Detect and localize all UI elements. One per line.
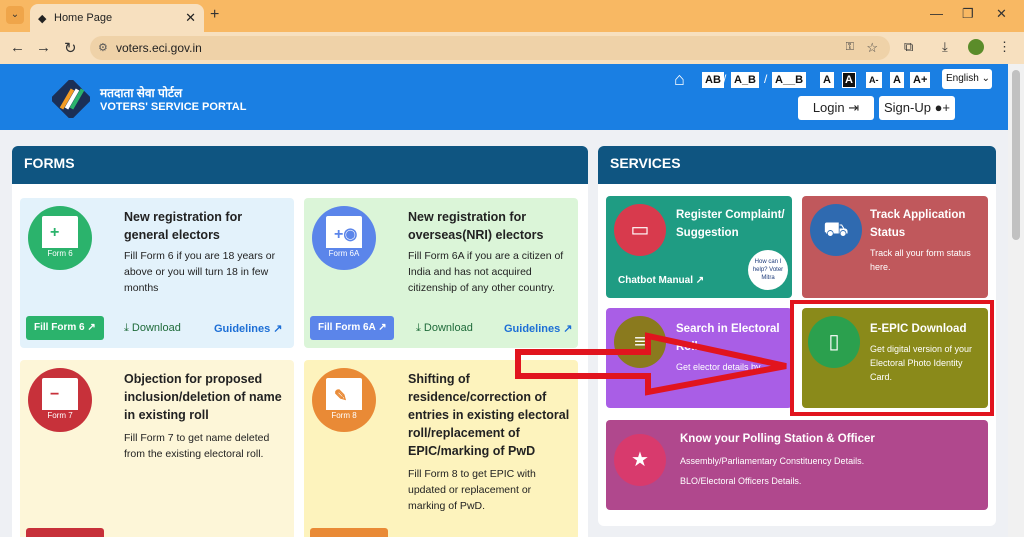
language-select[interactable]: English ⌄ (942, 69, 992, 89)
form6-desc: Fill Form 6 if you are 18 years or above… (124, 250, 276, 294)
spacing-option-3[interactable]: A__B (772, 72, 807, 88)
browser-tab[interactable]: ◆ Home Page ✕ (30, 4, 204, 32)
services-heading: SERVICES (598, 146, 996, 184)
spacing-option-1[interactable]: AB (702, 72, 724, 88)
shield-star-icon: ★ (614, 434, 666, 486)
tab-search-button[interactable]: ⌄ (6, 6, 24, 24)
form6a-download-link[interactable]: ⤓ Download (416, 322, 473, 335)
form7-title: Objection for proposed inclusion/deletio… (124, 372, 282, 422)
site-info-icon[interactable]: ⚙ (98, 41, 108, 54)
form6-guidelines-link[interactable]: Guidelines ↗ (214, 322, 283, 335)
download-icon[interactable]: ⤓ (942, 39, 948, 55)
separator: / (764, 72, 768, 86)
eci-logo-icon (52, 80, 90, 118)
form6a-circle: +◉ Form 6A (312, 206, 376, 270)
form8-circle: ✎ Form 8 (312, 368, 376, 432)
restore-icon[interactable]: ❐ (962, 6, 974, 22)
forward-icon[interactable]: → (36, 39, 51, 56)
form7-card[interactable]: − Form 7 Objection for proposed inclusion… (20, 360, 294, 537)
separator: / (723, 72, 727, 86)
site-favicon-icon: ◆ (38, 13, 47, 25)
font-decrease[interactable]: A- (866, 72, 882, 88)
fill-form7-button[interactable] (26, 528, 104, 537)
form8-desc: Fill Form 8 to get EPIC with updated or … (408, 468, 536, 512)
highlight-box (790, 300, 994, 416)
track-application-desc: Track all your form status here. (870, 248, 971, 272)
fill-form6a-button[interactable]: Fill Form 6A ↗ (310, 316, 394, 340)
brand-hindi: मतदाता सेवा पोर्टल (100, 86, 183, 100)
browser-toolbar: ← → ↻ ⚙ voters.eci.gov.in ⚿ ☆ ⧉ ⤓ ⋮ (0, 32, 1024, 64)
chat-icon: ▭ (614, 204, 666, 256)
profile-avatar[interactable] (968, 39, 984, 55)
font-increase[interactable]: A+ (910, 72, 931, 88)
track-application-card[interactable]: ⛟ Track Application Status Track all you… (802, 196, 988, 298)
close-tab-icon[interactable]: ✕ (185, 10, 196, 26)
register-complaint-title: Register Complaint/ Suggestion (676, 209, 785, 239)
register-complaint-card[interactable]: ▭ Register Complaint/ Suggestion Chatbot… (606, 196, 792, 298)
site-header: मतदाता सेवा पोर्टल VOTERS' SERVICE PORTA… (0, 64, 1008, 130)
back-icon[interactable]: ← (10, 39, 25, 56)
fill-form8-button[interactable] (310, 528, 388, 537)
form7-desc: Fill Form 7 to get name deleted from the… (124, 432, 270, 460)
form6a-card[interactable]: +◉ Form 6A New registration for overseas(… (304, 198, 578, 348)
form6-circle: + Form 6 (28, 206, 92, 270)
form6a-doc-icon: +◉ Form 6A (326, 216, 362, 260)
language-value: English (946, 73, 979, 84)
forms-heading: FORMS (12, 146, 588, 184)
browser-tab-strip: ⌄ ◆ Home Page ✕ + — ❐ ✕ (0, 0, 1024, 32)
form8-doc-icon: ✎ Form 8 (326, 378, 362, 422)
login-label: Login (812, 100, 845, 115)
spacing-option-2[interactable]: A_B (731, 72, 760, 88)
login-button[interactable]: Login ⇥ (798, 96, 874, 120)
scrollbar-thumb[interactable] (1012, 70, 1020, 240)
polling-station-desc: Assembly/Parliamentary Constituency Deta… (680, 456, 865, 466)
new-tab-icon[interactable]: + (210, 6, 219, 24)
form6-doc-icon: + Form 6 (42, 216, 78, 260)
contrast-normal[interactable]: A (820, 72, 834, 88)
brand-english: VOTERS' SERVICE PORTAL (100, 101, 247, 113)
signup-button[interactable]: Sign-Up ●+ (879, 96, 955, 120)
tab-title: Home Page (54, 12, 113, 24)
minimize-icon[interactable]: — (930, 6, 943, 21)
polling-station-desc2: BLO/Electoral Officers Details. (680, 476, 802, 486)
chatbot-manual-link[interactable]: Chatbot Manual ↗ (618, 274, 704, 288)
form6-title: New registration for general electors (124, 210, 243, 242)
menu-icon[interactable]: ⋮ (998, 39, 1011, 55)
track-application-title: Track Application Status (870, 209, 966, 239)
form6-card[interactable]: + Form 6 New registration for general ele… (20, 198, 294, 348)
home-icon[interactable]: ⌂ (674, 69, 685, 90)
font-normal[interactable]: A (890, 72, 904, 88)
address-bar[interactable]: ⚙ voters.eci.gov.in ⚿ ☆ (90, 36, 890, 60)
voter-mitra-badge[interactable]: How can I help? Voter Mitra (748, 250, 788, 290)
url-text: voters.eci.gov.in (116, 41, 202, 55)
form6-download-link[interactable]: ⤓ Download (124, 322, 181, 335)
form7-doc-icon: − Form 7 (42, 378, 78, 422)
fill-form6-button[interactable]: Fill Form 6 ↗ (26, 316, 104, 340)
form6a-desc: Fill Form 6A if you are a citizen of Ind… (408, 250, 564, 294)
polling-station-title: Know your Polling Station & Officer (680, 433, 875, 445)
bookmark-star-icon[interactable]: ☆ (866, 40, 878, 56)
extensions-icon[interactable]: ⧉ (904, 39, 913, 55)
form7-circle: − Form 7 (28, 368, 92, 432)
window-close-icon[interactable]: ✕ (996, 6, 1007, 22)
page-viewport: मतदाता सेवा पोर्टल VOTERS' SERVICE PORTA… (0, 64, 1008, 537)
form6a-title: New registration for overseas(NRI) elect… (408, 210, 544, 242)
reload-icon[interactable]: ↻ (64, 39, 77, 57)
signup-label: Sign-Up (883, 100, 931, 115)
page-scrollbar[interactable] (1008, 64, 1024, 537)
truck-icon: ⛟ (810, 204, 862, 256)
contrast-dark[interactable]: A (842, 72, 856, 88)
password-key-icon[interactable]: ⚿ (846, 41, 854, 54)
red-arrow-icon (515, 332, 787, 396)
polling-station-card[interactable]: ★ Know your Polling Station & Officer As… (606, 420, 988, 510)
